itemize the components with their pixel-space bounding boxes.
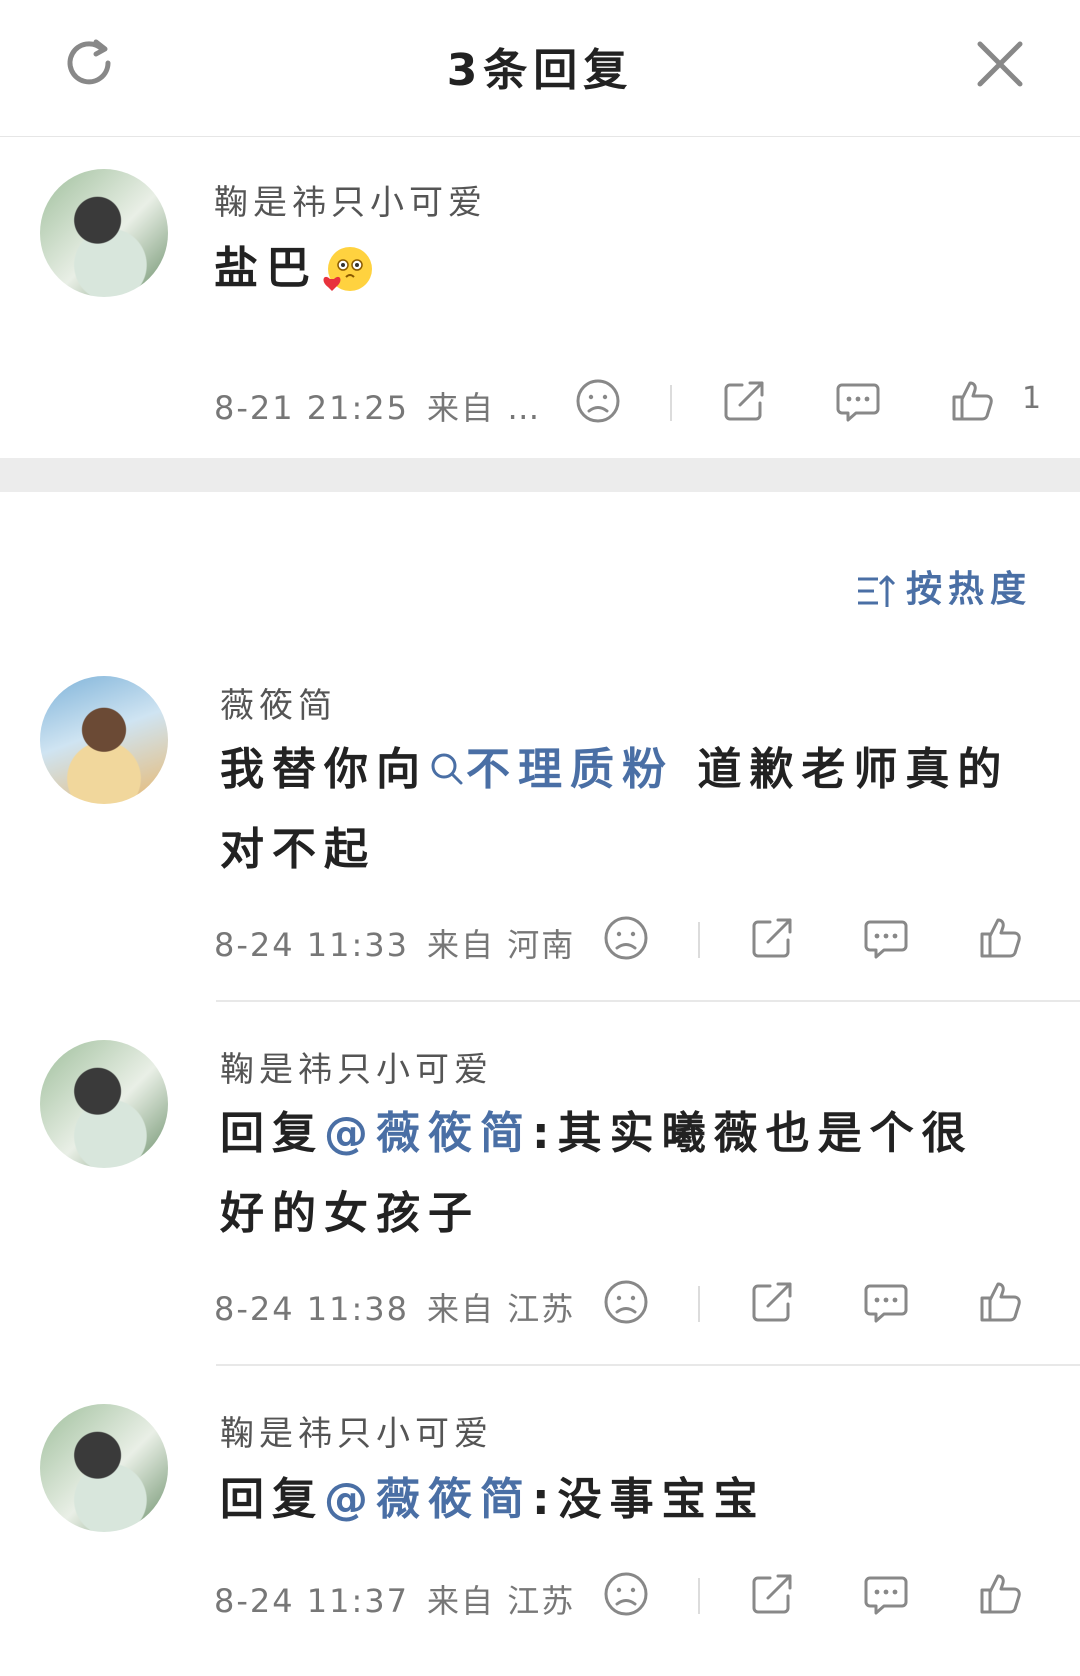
comment-icon[interactable] [862,914,910,962]
topic-link-text: 不理质粉 [466,744,674,795]
reply-actions [0,1278,1080,1328]
dislike-icon[interactable] [574,377,622,425]
mention-link[interactable]: @薇筱简 [324,1108,532,1159]
dislike-icon[interactable] [602,914,650,962]
reply-text-part: :没事宝宝 [532,1474,766,1525]
dislike-icon[interactable] [602,1278,650,1326]
dislike-icon[interactable] [602,1570,650,1618]
like-icon[interactable] [976,1278,1024,1326]
action-divider [698,922,700,958]
like-icon[interactable] [976,914,1024,962]
page-title: 3条回复 [446,45,634,96]
mention-link[interactable]: @薇筱简 [324,1474,532,1525]
share-icon[interactable] [748,914,796,962]
reply-text-part: 回复 [220,1474,324,1525]
avatar[interactable] [40,1040,168,1168]
reply-username[interactable]: 鞠是祎只小可爱 [220,1406,493,1455]
topic-link[interactable]: 不理质粉 [428,744,674,795]
action-divider [698,1286,700,1322]
reply-actions [0,1570,1080,1620]
section-gap [0,458,1080,492]
avatar[interactable] [40,1404,168,1532]
action-divider [698,1578,700,1614]
comment-body: 盐巴 [214,243,318,294]
row-separator [216,1000,1080,1002]
like-icon[interactable] [948,377,996,425]
share-icon[interactable] [720,377,768,425]
reply-username[interactable]: 鞠是祎只小可爱 [220,1042,493,1091]
row-separator [216,1364,1080,1366]
comment-text: 盐巴 [214,229,1014,309]
reply-text-part: 回复 [220,1108,324,1159]
comment-username[interactable]: 鞠是祎只小可爱 [214,175,487,224]
share-icon[interactable] [748,1570,796,1618]
root-comment: 鞠是祎只小可爱 盐巴 8-21 21:25 来自 … 1 [0,137,1080,458]
comment-icon[interactable] [862,1570,910,1618]
reply-text: 回复@薇筱简:其实曦薇也是个很好的女孩子 [220,1094,1020,1254]
reply-header: 3条回复 [0,0,1080,137]
reply-text: 回复@薇筱简:没事宝宝 [220,1460,1020,1540]
like-count: 1 [1022,381,1042,416]
reply-text-part: 我替你向 [220,744,428,795]
reply-username[interactable]: 薇筱简 [220,678,337,727]
sort-by-heat-button[interactable]: 按热度 [856,560,1032,610]
search-icon [431,753,463,785]
like-icon[interactable] [976,1570,1024,1618]
close-icon[interactable] [974,38,1026,90]
action-divider [670,385,672,421]
avatar[interactable] [40,169,168,297]
comment-icon[interactable] [834,377,882,425]
sort-label: 按热度 [906,569,1033,610]
sort-icon [858,575,896,607]
comment-actions: 1 [0,377,1080,427]
reply-text: 我替你向 不理质粉 道歉老师真的对不起 [220,730,1020,890]
heart-emoji-icon [323,247,372,291]
share-icon[interactable] [748,1278,796,1326]
avatar[interactable] [40,676,168,804]
reply-actions [0,914,1080,964]
comment-icon[interactable] [862,1278,910,1326]
